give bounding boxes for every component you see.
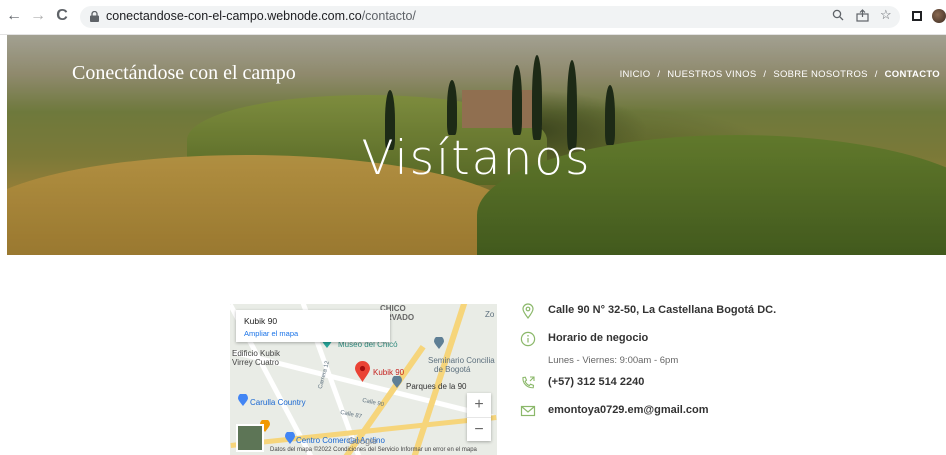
map-layer-thumbnail[interactable] bbox=[236, 424, 264, 452]
share-icon[interactable] bbox=[856, 9, 869, 25]
hours-title: Horario de negocio bbox=[548, 332, 649, 344]
location-pin-icon bbox=[522, 303, 534, 319]
map-label: Seminario Concilia bbox=[428, 356, 495, 365]
zoom-out-button[interactable]: − bbox=[467, 418, 491, 442]
browser-toolbar: ← → C conectandose-con-el-campo.webnode.… bbox=[0, 0, 946, 35]
reload-icon[interactable]: C bbox=[52, 6, 72, 26]
address-text: Calle 90 N° 32-50, La Castellana Bogotá … bbox=[548, 304, 777, 316]
menu-item-inicio[interactable]: INICIO bbox=[620, 69, 651, 80]
map-label: RVADO bbox=[386, 313, 415, 322]
address-bar[interactable]: conectandose-con-el-campo.webnode.com.co… bbox=[80, 6, 900, 28]
phone-text[interactable]: (+57) 312 514 2240 bbox=[548, 376, 644, 388]
lock-icon bbox=[90, 11, 99, 22]
menu-separator: / bbox=[874, 69, 878, 80]
enlarge-map-link[interactable]: Ampliar el mapa bbox=[244, 329, 298, 338]
map-label: Virrey Cuatro bbox=[232, 358, 279, 367]
hero-banner: Conectándose con el campo INICIO / NUEST… bbox=[7, 35, 946, 255]
map-zoom-control: + − bbox=[467, 393, 491, 441]
back-icon[interactable]: ← bbox=[4, 6, 24, 26]
menu-item-sobre-nosotros[interactable]: SOBRE NOSOTROS bbox=[773, 69, 867, 80]
email-icon bbox=[520, 405, 536, 417]
map-place-name: Kubik 90 bbox=[244, 316, 278, 326]
url-host: conectandose-con-el-campo.webnode.com.co bbox=[106, 9, 362, 23]
map-label: de Bogotá bbox=[434, 365, 471, 374]
map-label: Parques de la 90 bbox=[406, 382, 467, 391]
map-poi-icon bbox=[285, 432, 295, 444]
map-poi-icon bbox=[434, 337, 444, 349]
menu-separator: / bbox=[657, 69, 661, 80]
zoom-in-button[interactable]: + bbox=[467, 393, 491, 418]
map-label: Carulla Country bbox=[250, 398, 306, 407]
map-poi-icon bbox=[238, 394, 248, 406]
menu-item-nuestros-vinos[interactable]: NUESTROS VINOS bbox=[667, 69, 756, 80]
hours-text: Lunes - Viernes: 9:00am - 6pm bbox=[548, 355, 679, 366]
map-pin-icon[interactable] bbox=[355, 361, 370, 382]
site-title[interactable]: Conectándose con el campo bbox=[72, 62, 296, 85]
map-highway bbox=[407, 304, 469, 455]
embedded-map[interactable]: CHICO RVADO Zo Museo del Chicó Edificio … bbox=[230, 304, 497, 455]
sidebar-icon[interactable] bbox=[912, 11, 922, 21]
forward-icon[interactable]: → bbox=[28, 6, 48, 26]
info-icon bbox=[520, 331, 536, 347]
avatar[interactable] bbox=[932, 9, 946, 23]
map-label: Zo bbox=[485, 310, 495, 319]
hero-heading: Visítanos bbox=[361, 131, 592, 186]
map-info-card: Kubik 90 Ampliar el mapa bbox=[236, 310, 390, 342]
map-attribution[interactable]: Datos del mapa ©2022 Condiciones del Ser… bbox=[270, 447, 477, 453]
zoom-icon[interactable] bbox=[832, 9, 844, 24]
menu-item-contacto[interactable]: CONTACTO bbox=[885, 69, 940, 80]
url-path: /contacto/ bbox=[361, 9, 416, 23]
phone-icon bbox=[522, 376, 535, 389]
url-text: conectandose-con-el-campo.webnode.com.co… bbox=[106, 9, 416, 23]
map-poi-icon bbox=[392, 376, 402, 388]
google-logo: Google bbox=[348, 436, 378, 446]
map-label: Edificio Kubik bbox=[232, 349, 281, 358]
menu-separator: / bbox=[763, 69, 767, 80]
star-icon[interactable]: ☆ bbox=[880, 7, 892, 23]
email-text[interactable]: emontoya0729.em@gmail.com bbox=[548, 404, 709, 416]
main-menu: INICIO / NUESTROS VINOS / SOBRE NOSOTROS… bbox=[618, 69, 942, 80]
